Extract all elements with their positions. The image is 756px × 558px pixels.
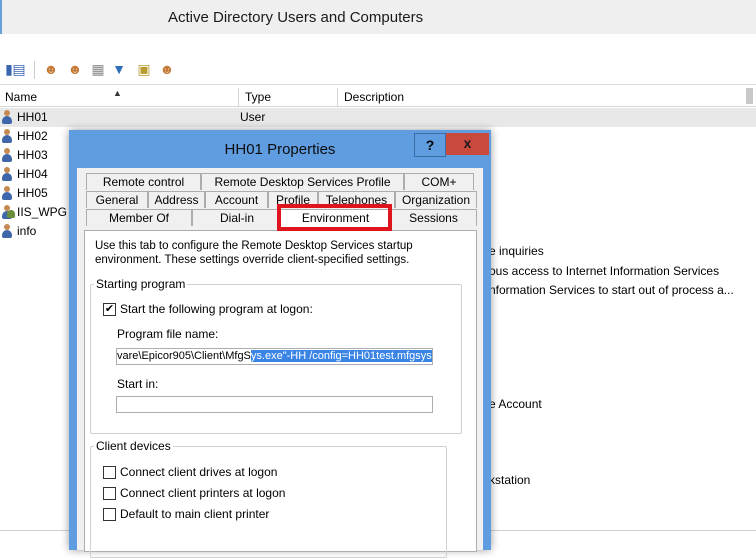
column-name[interactable]: Name xyxy=(5,90,37,104)
row-name: HH05 xyxy=(17,186,48,200)
column-description[interactable]: Description xyxy=(344,90,404,104)
description-cell: kstation xyxy=(489,473,531,487)
connect-printers-checkbox[interactable] xyxy=(103,487,116,500)
description-cell: e inquiries xyxy=(489,244,544,258)
toolbar-separator xyxy=(34,61,35,79)
starting-program-legend: Starting program xyxy=(94,277,188,291)
list-header: Name ▲ Type Description xyxy=(0,88,756,107)
row-name: HH01 xyxy=(17,110,48,124)
properties-dialog: HH01 Properties ? x Remote control Remot… xyxy=(69,130,491,558)
tab-description: Use this tab to configure the Remote Des… xyxy=(95,240,413,266)
vertical-scrollbar[interactable] xyxy=(744,88,756,498)
description-cell: nformation Services to start out of proc… xyxy=(489,283,734,297)
row-name: info xyxy=(17,224,37,238)
column-type[interactable]: Type xyxy=(245,90,271,104)
start-in-input[interactable] xyxy=(116,396,433,413)
tab-general[interactable]: General xyxy=(86,191,148,208)
dialog-body: Remote control Remote Desktop Services P… xyxy=(77,168,483,558)
user-icon xyxy=(0,129,14,144)
environment-tab-panel: Use this tab to configure the Remote Des… xyxy=(84,230,477,558)
row-name: HH03 xyxy=(17,148,48,162)
start-program-checkbox[interactable]: ✔ xyxy=(103,303,116,316)
default-printer-label: Default to main client printer xyxy=(120,507,270,521)
environment-tab-highlight xyxy=(277,204,392,231)
sort-ascending-icon: ▲ xyxy=(113,88,122,98)
list-row[interactable]: HH01 User xyxy=(0,108,756,127)
row-type: User xyxy=(240,110,266,124)
filter-icon[interactable]: ▼ xyxy=(110,60,128,78)
column-divider[interactable] xyxy=(238,88,239,106)
tab-member-of[interactable]: Member Of xyxy=(86,209,192,226)
connect-drives-label: Connect client drives at logon xyxy=(120,465,278,479)
column-divider[interactable] xyxy=(337,88,338,106)
row-name: HH02 xyxy=(17,129,48,143)
tab-remote-control[interactable]: Remote control xyxy=(86,173,201,190)
close-button[interactable]: x xyxy=(446,133,489,155)
row-name: IIS_WPG xyxy=(17,205,68,219)
program-file-text: vare\Epicor905\Client\MfgS xyxy=(117,350,251,362)
program-file-label: Program file name: xyxy=(117,327,219,341)
client-devices-group: Client devices Connect client drives at … xyxy=(90,439,447,558)
user-icon xyxy=(0,148,14,163)
user-icon xyxy=(0,224,14,239)
query-icon[interactable]: ▣ xyxy=(135,60,153,78)
new-user-icon[interactable]: ☻ xyxy=(42,60,60,78)
client-devices-legend: Client devices xyxy=(94,439,173,453)
tab-rds-profile[interactable]: Remote Desktop Services Profile xyxy=(201,173,404,190)
tab-organization[interactable]: Organization xyxy=(395,191,477,208)
program-file-selection: ys.exe"-HH /config=HH01test.mfgsys xyxy=(250,350,432,362)
menu-bar xyxy=(0,34,756,57)
title-bar: Active Directory Users and Computers xyxy=(0,0,756,34)
toolbar: ▮ ▤ ☻ ☻ ▦ ▼ ▣ ☻ xyxy=(0,56,756,85)
tab-dial-in[interactable]: Dial-in xyxy=(192,209,282,226)
description-cell: ous access to Internet Information Servi… xyxy=(489,264,720,278)
tab-address[interactable]: Address xyxy=(148,191,205,208)
default-printer-checkbox[interactable] xyxy=(103,508,116,521)
description-cell: e Account xyxy=(489,397,542,411)
app-title: Active Directory Users and Computers xyxy=(168,9,424,26)
start-in-label: Start in: xyxy=(117,377,159,391)
group-icon xyxy=(0,205,15,220)
scrollbar-thumb[interactable] xyxy=(746,88,753,104)
tab-com-plus[interactable]: COM+ xyxy=(404,173,474,190)
connect-printers-label: Connect client printers at logon xyxy=(120,486,286,500)
add-to-group-icon[interactable]: ☻ xyxy=(158,60,176,78)
row-name: HH04 xyxy=(17,167,48,181)
tab-account[interactable]: Account xyxy=(205,191,268,208)
user-icon xyxy=(0,110,14,125)
tab-sessions[interactable]: Sessions xyxy=(390,209,477,226)
starting-program-group: Starting program ✔ Start the following p… xyxy=(90,277,462,434)
new-ou-icon[interactable]: ▦ xyxy=(89,60,107,78)
help-button[interactable]: ? xyxy=(414,133,446,157)
program-file-input[interactable]: vare\Epicor905\Client\MfgSys.exe"-HH /co… xyxy=(116,348,433,365)
user-icon xyxy=(0,186,14,201)
user-icon xyxy=(0,167,14,182)
start-program-label: Start the following program at logon: xyxy=(120,302,313,316)
connect-drives-checkbox[interactable] xyxy=(103,466,116,479)
new-group-icon[interactable]: ☻ xyxy=(66,60,84,78)
view-icon[interactable]: ▤ xyxy=(10,60,28,78)
